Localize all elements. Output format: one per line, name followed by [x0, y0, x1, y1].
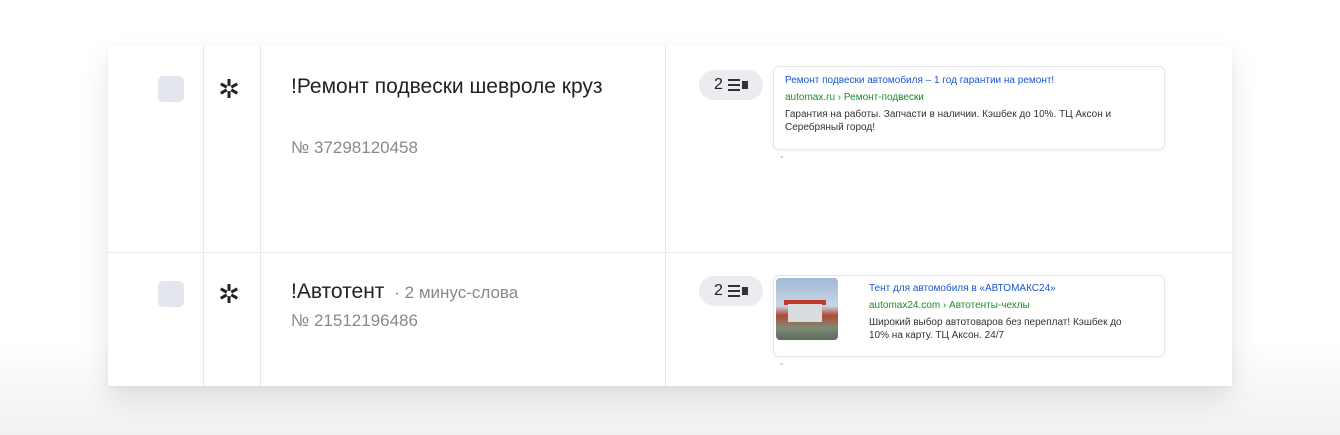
ads-count: 2	[714, 76, 723, 93]
gear-icon[interactable]: ✲	[216, 76, 242, 102]
group-title[interactable]: !Автотент · 2 минус-слова	[291, 277, 651, 307]
gear-icon[interactable]: ✲	[216, 281, 242, 307]
ads-count-badge[interactable]: 2	[699, 276, 763, 306]
ad-description: Гарантия на работы. Запчасти в наличии. …	[785, 109, 1112, 133]
page-background: ✲ !Ремонт подвески шевроле круз № 372981…	[0, 0, 1340, 435]
negative-words-link[interactable]: · 2 минус-слова	[394, 283, 518, 302]
ads-count-badge[interactable]: 2	[699, 70, 763, 100]
ad-preview-card[interactable]: Ремонт подвески автомобиля – 1 год гаран…	[773, 66, 1165, 150]
table-row: ✲ !Ремонт подвески шевроле круз № 372981…	[108, 46, 1232, 253]
group-id: № 37298120458	[291, 138, 418, 157]
ads-count: 2	[714, 282, 723, 299]
group-title[interactable]: !Ремонт подвески шевроле круз	[291, 72, 631, 101]
ad-footer: -	[780, 359, 784, 370]
group-name[interactable]: !Автотент	[291, 280, 384, 303]
ad-footer: -	[780, 152, 784, 163]
row-checkbox[interactable]	[158, 76, 184, 102]
ad-preview-card[interactable]: Тент для автомобиля в «АВТОМАКС24» autom…	[773, 275, 1165, 357]
ad-url[interactable]: automax24.com › Автотенты-чехлы	[869, 299, 1159, 312]
table-row: ✲ !Автотент · 2 минус-слова № 2151219648…	[108, 253, 1232, 386]
ad-url[interactable]: automax.ru › Ремонт-подвески	[785, 91, 1155, 104]
ad-title[interactable]: Ремонт подвески автомобиля – 1 год гаран…	[785, 74, 1155, 87]
ad-description: Широкий выбор автотоваров без переплат! …	[869, 317, 1122, 341]
group-id: № 21512196486	[291, 311, 418, 330]
ad-image-thumbnail	[776, 278, 838, 340]
list-icon	[727, 78, 748, 92]
ad-groups-table: ✲ !Ремонт подвески шевроле круз № 372981…	[108, 46, 1232, 386]
ad-title[interactable]: Тент для автомобиля в «АВТОМАКС24»	[869, 282, 1159, 295]
row-checkbox[interactable]	[158, 281, 184, 307]
group-name[interactable]: !Ремонт подвески шевроле круз	[291, 75, 603, 98]
list-icon	[727, 284, 748, 298]
